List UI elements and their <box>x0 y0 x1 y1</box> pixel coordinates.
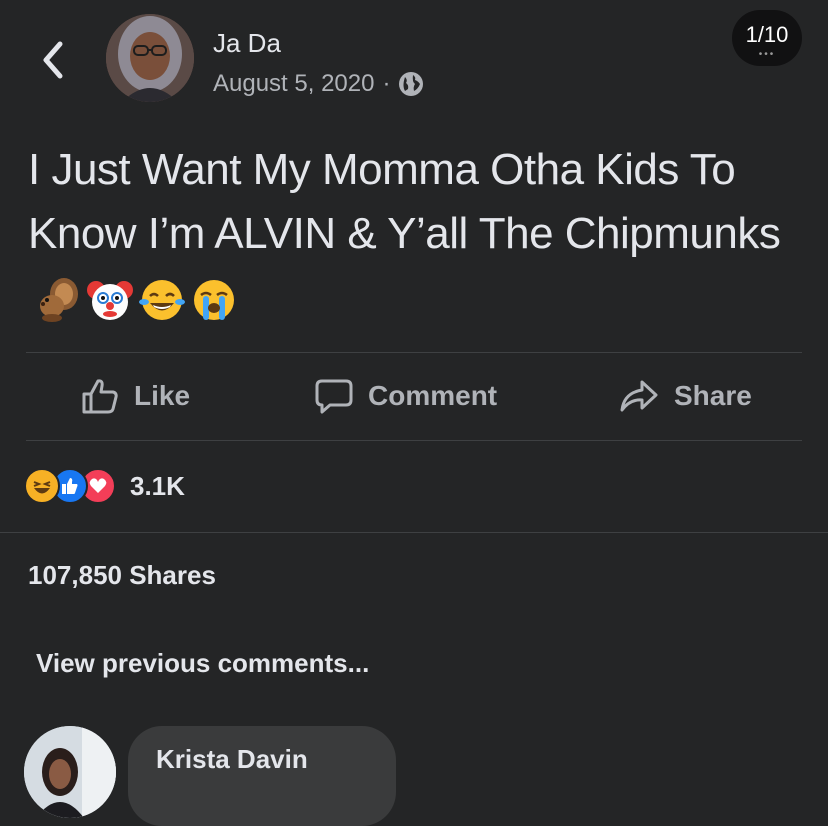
like-label: Like <box>134 380 191 411</box>
story-counter: 1/10 ••• <box>732 10 802 66</box>
author-avatar[interactable] <box>106 14 194 102</box>
author-name[interactable]: Ja Da <box>213 28 281 59</box>
view-previous-comments-link[interactable]: View previous comments... <box>36 648 369 679</box>
post-date[interactable]: August 5, 2020 <box>213 70 374 98</box>
thumbs-up-icon <box>82 379 118 414</box>
meta-separator: · <box>382 70 391 97</box>
like-button[interactable]: Like <box>80 376 190 416</box>
reactions-summary[interactable]: 3.1K <box>24 468 185 504</box>
action-bar: Like Comment Share <box>0 356 828 440</box>
comment-button[interactable]: Comment <box>314 376 497 416</box>
share-count[interactable]: 107,850 Shares <box>28 560 216 591</box>
clown-face-icon <box>87 281 133 321</box>
post-body: I Just Want My Momma Otha Kids To Know I… <box>28 138 808 330</box>
actions-bottom-divider <box>26 440 802 441</box>
commenter-name[interactable]: Krista Davin <box>156 744 308 775</box>
section-divider <box>0 532 828 533</box>
haha-reaction-icon <box>24 468 60 504</box>
share-label: Share <box>674 380 752 411</box>
post-text: I Just Want My Momma Otha Kids To Know I… <box>28 145 781 258</box>
comment-bubble-icon <box>315 379 353 414</box>
chipmunk-icon <box>40 278 78 323</box>
more-dots-icon: ••• <box>758 49 776 60</box>
share-button[interactable]: Share <box>618 376 752 416</box>
post-meta: August 5, 2020 · <box>213 70 424 98</box>
face-with-tears-of-joy-icon <box>139 280 185 321</box>
post-emojis <box>34 276 238 324</box>
chevron-left-icon <box>43 41 63 79</box>
commenter-avatar[interactable] <box>24 726 116 818</box>
back-button[interactable] <box>38 40 68 80</box>
comment-label: Comment <box>368 380 498 411</box>
share-arrow-icon <box>620 380 658 412</box>
comment-bubble[interactable]: Krista Davin <box>128 726 396 826</box>
actions-top-divider <box>26 352 802 353</box>
counter-text: 1/10 <box>745 22 789 47</box>
reaction-count: 3.1K <box>130 470 185 501</box>
loudly-crying-face-icon <box>194 280 234 321</box>
globe-icon <box>399 72 424 96</box>
